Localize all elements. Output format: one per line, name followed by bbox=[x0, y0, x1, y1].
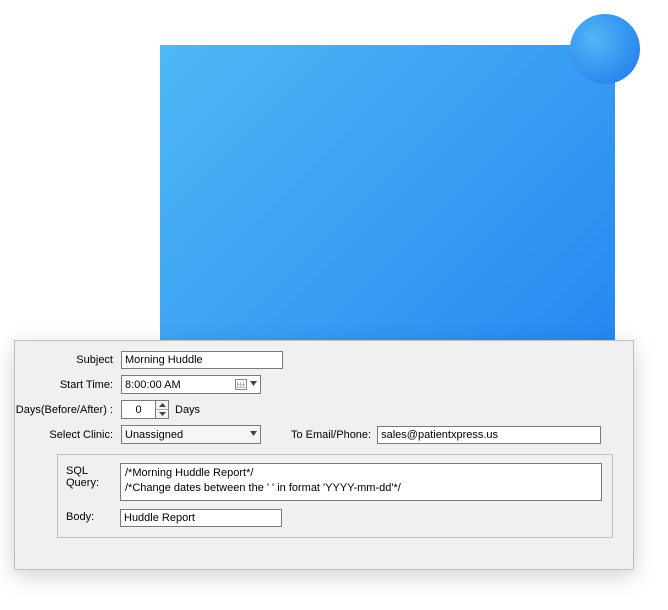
start-time-label: Start Time: bbox=[15, 379, 121, 391]
chevron-down-icon bbox=[250, 381, 257, 388]
chevron-down-icon bbox=[250, 431, 257, 438]
form-panel: Subject Start Time: 8:00:00 AM Days(Befo… bbox=[14, 340, 634, 570]
days-label: Days(Before/After) : bbox=[15, 404, 121, 416]
clinic-label: Select Clinic: bbox=[15, 429, 121, 441]
body-input[interactable] bbox=[120, 509, 282, 527]
clinic-select[interactable]: Unassigned bbox=[121, 425, 261, 444]
days-up-button[interactable] bbox=[156, 401, 168, 410]
to-email-input[interactable] bbox=[377, 426, 601, 444]
days-down-button[interactable] bbox=[156, 410, 168, 418]
body-label: Body: bbox=[66, 509, 120, 527]
details-group: SQL Query: /*Morning Huddle Report*/ /*C… bbox=[57, 454, 613, 538]
start-time-value: 8:00:00 AM bbox=[125, 379, 181, 391]
to-label: To Email/Phone: bbox=[291, 429, 371, 441]
sql-label: SQL Query: bbox=[66, 463, 120, 501]
calendar-icon bbox=[235, 379, 247, 390]
days-suffix: Days bbox=[175, 404, 200, 416]
clinic-value: Unassigned bbox=[125, 429, 183, 441]
days-input[interactable] bbox=[121, 400, 155, 419]
subject-label: Subject bbox=[15, 354, 121, 366]
decorative-circle bbox=[570, 14, 640, 84]
start-time-picker[interactable]: 8:00:00 AM bbox=[121, 375, 261, 394]
days-stepper[interactable] bbox=[121, 400, 169, 419]
subject-input[interactable] bbox=[121, 351, 283, 369]
sql-query-input[interactable]: /*Morning Huddle Report*/ /*Change dates… bbox=[120, 463, 602, 501]
